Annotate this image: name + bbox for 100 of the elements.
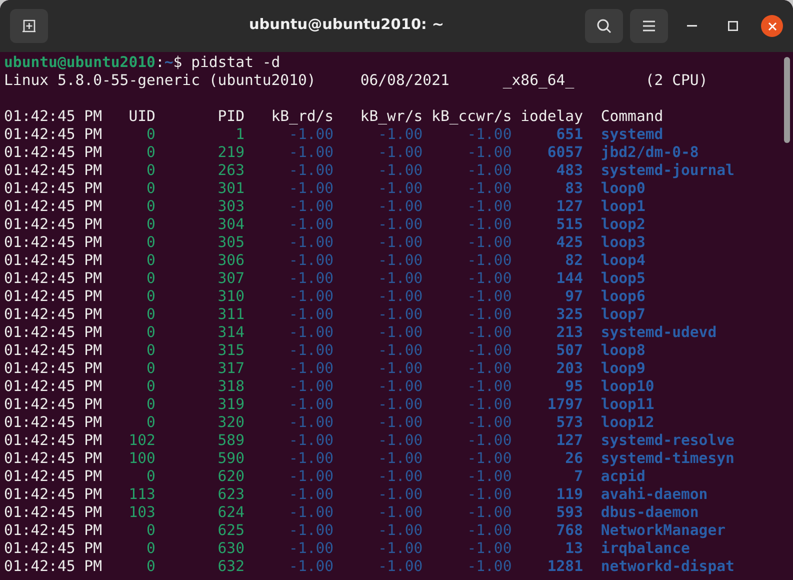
column-header: iodelay (520, 108, 583, 125)
table-cell: 01:42:45 PM (4, 288, 102, 305)
search-button[interactable] (585, 9, 623, 43)
table-cell: -1.00 (378, 126, 423, 143)
table-cell: 1281 (547, 558, 583, 575)
table-cell: 304 (218, 216, 244, 233)
menu-icon (642, 20, 656, 32)
table-cell: 01:42:45 PM (4, 324, 102, 341)
table-cell: systemd-journal (600, 162, 734, 179)
column-header: kB_ccwr/s (432, 108, 512, 125)
table-cell: 0 (146, 468, 156, 485)
table-cell: 01:42:45 PM (4, 432, 102, 449)
table-cell: 01:42:45 PM (4, 468, 102, 485)
table-cell: 0 (146, 216, 156, 233)
prompt-path: ~ (164, 54, 174, 72)
table-cell: 317 (218, 360, 244, 377)
table-cell: 127 (556, 432, 583, 449)
table-cell: 01:42:45 PM (4, 234, 102, 251)
table-cell: 103 (128, 504, 156, 521)
table-cell: 0 (146, 378, 156, 395)
table-cell: -1.00 (467, 468, 512, 485)
table-cell: loop9 (600, 360, 646, 377)
table-cell: -1.00 (378, 486, 423, 503)
table-cell: 102 (128, 432, 156, 449)
table-cell: -1.00 (289, 144, 334, 161)
table-cell: -1.00 (289, 270, 334, 287)
table-cell: -1.00 (289, 288, 334, 305)
table-cell: 01:42:45 PM (4, 270, 102, 287)
table-cell: 01:42:45 PM (4, 252, 102, 269)
table-cell: acpid (600, 468, 646, 485)
table-cell: -1.00 (467, 414, 512, 431)
table-cell: 315 (218, 342, 244, 359)
table-cell: -1.00 (378, 540, 423, 557)
table-cell: -1.00 (467, 396, 512, 413)
table-cell: -1.00 (467, 522, 512, 539)
table-cell: 624 (218, 504, 244, 521)
table-cell: -1.00 (378, 378, 423, 395)
table-cell: -1.00 (378, 198, 423, 215)
system-info-text: Linux 5.8.0-55-generic (ubuntu2010) (4, 72, 316, 89)
table-cell: avahi-daemon (600, 486, 708, 503)
table-cell: 319 (218, 396, 244, 413)
table-cell: -1.00 (289, 306, 334, 323)
table-cell: 83 (565, 180, 583, 197)
table-cell: 0 (146, 144, 156, 161)
table-cell: 623 (218, 486, 244, 503)
table-cell: -1.00 (467, 198, 512, 215)
table-cell: 310 (218, 288, 244, 305)
table-cell: 01:42:45 PM (4, 450, 102, 467)
table-cell: -1.00 (289, 324, 334, 341)
menu-button[interactable] (630, 9, 668, 43)
table-cell: -1.00 (467, 504, 512, 521)
table-cell: 144 (556, 270, 583, 287)
table-cell: -1.00 (378, 504, 423, 521)
table-cell: 0 (146, 342, 156, 359)
column-header: kB_wr/s (360, 108, 423, 125)
close-button[interactable] (761, 15, 783, 37)
command-text: $ pidstat -d (173, 54, 280, 72)
search-icon (596, 18, 612, 34)
table-cell: 97 (565, 288, 583, 305)
table-cell: -1.00 (467, 180, 512, 197)
table-cell: -1.00 (467, 270, 512, 287)
table-cell: 0 (146, 540, 156, 557)
table-cell: 203 (556, 360, 583, 377)
scrollbar-thumb[interactable] (784, 57, 790, 143)
table-cell: 651 (556, 126, 583, 143)
table-cell: 573 (556, 414, 583, 431)
table-cell: -1.00 (289, 414, 334, 431)
table-cell: 7 (574, 468, 583, 485)
table-cell: 625 (218, 522, 244, 539)
table-cell: -1.00 (378, 288, 423, 305)
new-tab-button[interactable] (10, 9, 48, 43)
table-cell: -1.00 (289, 198, 334, 215)
table-cell: 26 (565, 450, 583, 467)
table-cell: 515 (556, 216, 583, 233)
table-cell: -1.00 (378, 432, 423, 449)
table-cell: systemd-udevd (600, 324, 717, 341)
column-header: 01:42:45 PM (4, 108, 102, 125)
table-cell: -1.00 (378, 360, 423, 377)
table-cell: -1.00 (378, 558, 423, 575)
table-cell: networkd-dispat (600, 558, 734, 575)
table-cell: 01:42:45 PM (4, 396, 102, 413)
table-cell: 306 (218, 252, 244, 269)
table-cell: 593 (556, 504, 583, 521)
table-cell: 01:42:45 PM (4, 486, 102, 503)
table-cell: 768 (556, 522, 583, 539)
table-cell: 01:42:45 PM (4, 540, 102, 557)
column-header: PID (218, 108, 244, 125)
table-cell: -1.00 (467, 162, 512, 179)
table-cell: -1.00 (289, 396, 334, 413)
table-cell: -1.00 (378, 414, 423, 431)
table-cell: 307 (218, 270, 244, 287)
table-cell: 0 (146, 288, 156, 305)
table-cell: 590 (218, 450, 244, 467)
table-cell: loop3 (600, 234, 646, 251)
table-cell: -1.00 (289, 342, 334, 359)
table-cell: 01:42:45 PM (4, 306, 102, 323)
table-cell: -1.00 (467, 216, 512, 233)
system-info-text: 06/08/2021 (360, 72, 450, 89)
table-cell: -1.00 (378, 396, 423, 413)
table-cell: 1797 (547, 396, 583, 413)
